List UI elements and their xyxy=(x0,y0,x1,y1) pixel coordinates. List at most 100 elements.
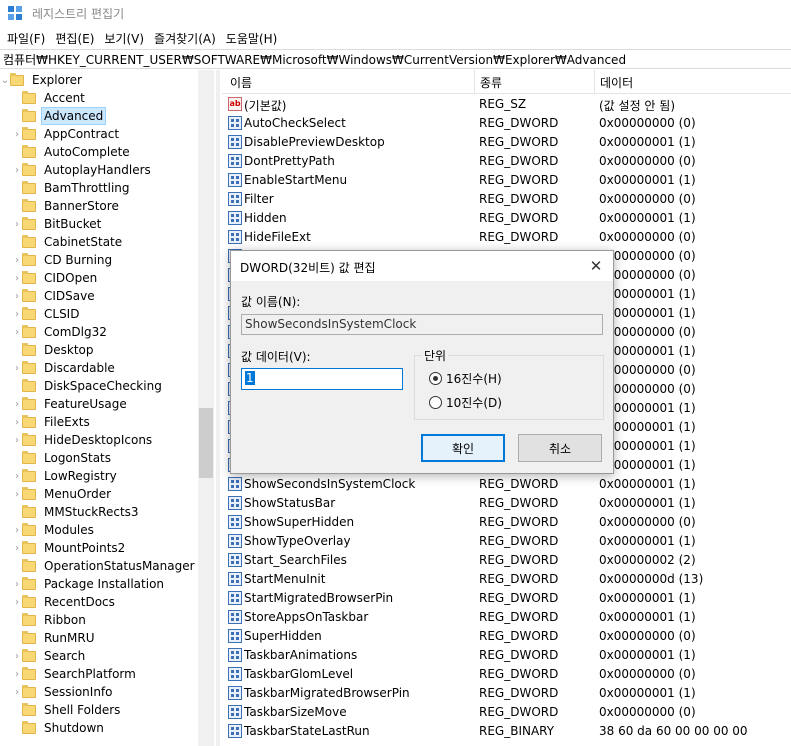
list-row[interactable]: Hidden REG_DWORD 0x00000001 (1) xyxy=(222,209,791,228)
chevron-right-icon[interactable]: › xyxy=(12,417,22,428)
tree-item[interactable]: › FileExts xyxy=(12,413,92,431)
value-data-input[interactable]: 1 xyxy=(241,368,403,390)
column-separator[interactable] xyxy=(594,70,595,94)
list-row[interactable]: ShowSecondsInSystemClock REG_DWORD 0x00000… xyxy=(222,475,791,494)
chevron-down-icon[interactable]: ⌄ xyxy=(0,75,10,86)
tree-item[interactable]: Shell Folders xyxy=(12,701,122,719)
list-row[interactable]: AutoCheckSelect REG_DWORD 0x00000000 (0) xyxy=(222,114,791,133)
chevron-right-icon[interactable]: › xyxy=(12,291,22,302)
chevron-right-icon[interactable]: › xyxy=(12,669,22,680)
tree-item[interactable]: Desktop xyxy=(12,341,96,359)
chevron-right-icon[interactable]: › xyxy=(12,129,22,140)
tree-item[interactable]: RunMRU xyxy=(12,629,96,647)
tree-item[interactable]: › HideDesktopIcons xyxy=(12,431,154,449)
menu-view[interactable]: 보기(V) xyxy=(99,30,149,47)
tree-item[interactable]: MMStuckRects3 xyxy=(12,503,141,521)
chevron-right-icon[interactable]: › xyxy=(12,525,22,536)
tree-item-explorer[interactable]: ⌄ Explorer xyxy=(0,71,84,89)
pane-splitter[interactable] xyxy=(216,70,220,746)
address-bar[interactable]: 컴퓨터₩HKEY_CURRENT_USER₩SOFTWARE₩Microsoft… xyxy=(0,49,791,69)
tree-item[interactable]: › AppContract xyxy=(12,125,121,143)
chevron-right-icon[interactable]: › xyxy=(12,219,22,230)
tree-item[interactable]: › Search xyxy=(12,647,87,665)
registry-tree[interactable]: ⌄ Explorer Accent Advanced › AppContract AutoC… xyxy=(0,70,214,746)
chevron-right-icon[interactable]: › xyxy=(12,363,22,374)
tree-item[interactable]: › SessionInfo xyxy=(12,683,115,701)
tree-item[interactable]: › CIDOpen xyxy=(12,269,99,287)
tree-item[interactable]: › CD Burning xyxy=(12,251,114,269)
list-row[interactable]: SuperHidden REG_DWORD 0x00000000 (0) xyxy=(222,627,791,646)
column-name-header[interactable]: 이름 xyxy=(226,74,252,91)
list-row[interactable]: Start_SearchFiles REG_DWORD 0x00000002 (2) xyxy=(222,551,791,570)
ok-button[interactable]: 확인 xyxy=(421,434,505,462)
list-row[interactable]: DisablePreviewDesktop REG_DWORD 0x00000001… xyxy=(222,133,791,152)
chevron-right-icon[interactable]: › xyxy=(12,579,22,590)
tree-item[interactable]: › Discardable xyxy=(12,359,117,377)
radio-hex-option[interactable]: 16진수(H) xyxy=(429,370,502,386)
menu-help[interactable]: 도움말(H) xyxy=(221,30,283,47)
value-data-text[interactable]: 1 xyxy=(245,371,255,385)
chevron-right-icon[interactable]: › xyxy=(12,435,22,446)
chevron-right-icon[interactable]: › xyxy=(12,273,22,284)
tree-item[interactable]: CabinetState xyxy=(12,233,124,251)
tree-item[interactable]: Ribbon xyxy=(12,611,88,629)
list-row[interactable]: ab (기본값) REG_SZ (값 설정 안 됨) xyxy=(222,95,791,114)
chevron-right-icon[interactable]: › xyxy=(12,489,22,500)
chevron-right-icon[interactable]: › xyxy=(12,309,22,320)
list-row[interactable]: StoreAppsOnTaskbar REG_DWORD 0x00000001 (1… xyxy=(222,608,791,627)
list-row[interactable]: EnableStartMenu REG_DWORD 0x00000001 (1) xyxy=(222,171,791,190)
tree-item[interactable]: AutoComplete xyxy=(12,143,132,161)
list-row[interactable]: Filter REG_DWORD 0x00000000 (0) xyxy=(222,190,791,209)
chevron-right-icon[interactable]: › xyxy=(12,327,22,338)
menu-edit[interactable]: 편집(E) xyxy=(50,30,99,47)
tree-item[interactable]: › MenuOrder xyxy=(12,485,113,503)
column-data-header[interactable]: 데이터 xyxy=(596,74,633,91)
tree-item[interactable]: › AutoplayHandlers xyxy=(12,161,153,179)
list-row[interactable]: ShowTypeOverlay REG_DWORD 0x00000001 (1) xyxy=(222,532,791,551)
radio-dec-label[interactable]: 10진수(D) xyxy=(446,394,502,411)
column-type-header[interactable]: 종류 xyxy=(476,74,502,91)
address-path[interactable]: 컴퓨터₩HKEY_CURRENT_USER₩SOFTWARE₩Microsoft… xyxy=(3,51,626,68)
radio-hex[interactable] xyxy=(429,371,442,385)
tree-item[interactable]: OperationStatusManager xyxy=(12,557,197,575)
tree-item[interactable]: Shutdown xyxy=(12,719,106,737)
chevron-right-icon[interactable]: › xyxy=(12,687,22,698)
tree-item[interactable]: › Modules xyxy=(12,521,96,539)
list-row[interactable]: DontPrettyPath REG_DWORD 0x00000000 (0) xyxy=(222,152,791,171)
tree-item[interactable]: Advanced xyxy=(12,107,107,125)
radio-dec-option[interactable]: 10진수(D) xyxy=(429,394,502,410)
tree-scroll-thumb[interactable] xyxy=(199,408,213,478)
chevron-right-icon[interactable]: › xyxy=(12,543,22,554)
tree-item[interactable]: DiskSpaceChecking xyxy=(12,377,164,395)
tree-item[interactable]: › RecentDocs xyxy=(12,593,117,611)
menu-file[interactable]: 파일(F) xyxy=(2,30,50,47)
tree-item[interactable]: › Package Installation xyxy=(12,575,166,593)
chevron-right-icon[interactable]: › xyxy=(12,651,22,662)
tree-item[interactable]: BamThrottling xyxy=(12,179,132,197)
tree-item[interactable]: › BitBucket xyxy=(12,215,103,233)
close-icon[interactable]: ✕ xyxy=(585,255,607,277)
list-row[interactable]: TaskbarMigratedBrowserPin REG_DWORD 0x0000… xyxy=(222,684,791,703)
radio-hex-label[interactable]: 16진수(H) xyxy=(446,370,502,387)
chevron-right-icon[interactable]: › xyxy=(12,399,22,410)
chevron-right-icon[interactable]: › xyxy=(12,165,22,176)
list-row[interactable]: StartMenuInit REG_DWORD 0x0000000d (13) xyxy=(222,570,791,589)
tree-item[interactable]: BannerStore xyxy=(12,197,121,215)
tree-item[interactable]: › CIDSave xyxy=(12,287,97,305)
tree-item[interactable]: LogonStats xyxy=(12,449,113,467)
tree-item[interactable]: Accent xyxy=(12,89,87,107)
column-separator[interactable] xyxy=(474,70,475,94)
tree-item[interactable]: › FeatureUsage xyxy=(12,395,129,413)
tree-item[interactable]: › CLSID xyxy=(12,305,81,323)
tree-item[interactable]: › SearchPlatform xyxy=(12,665,138,683)
chevron-right-icon[interactable]: › xyxy=(12,597,22,608)
tree-item[interactable]: › ComDlg32 xyxy=(12,323,109,341)
list-row[interactable]: HideFileExt REG_DWORD 0x00000000 (0) xyxy=(222,228,791,247)
list-row[interactable]: ShowSuperHidden REG_DWORD 0x00000000 (0) xyxy=(222,513,791,532)
radio-dec[interactable] xyxy=(429,395,442,409)
tree-item[interactable]: › MountPoints2 xyxy=(12,539,127,557)
list-row[interactable]: TaskbarStateLastRun REG_BINARY 38 60 da 60… xyxy=(222,722,791,741)
chevron-right-icon[interactable]: › xyxy=(12,255,22,266)
menu-favorites[interactable]: 즐겨찾기(A) xyxy=(149,30,221,47)
list-row[interactable]: TaskbarAnimations REG_DWORD 0x00000001 (1) xyxy=(222,646,791,665)
